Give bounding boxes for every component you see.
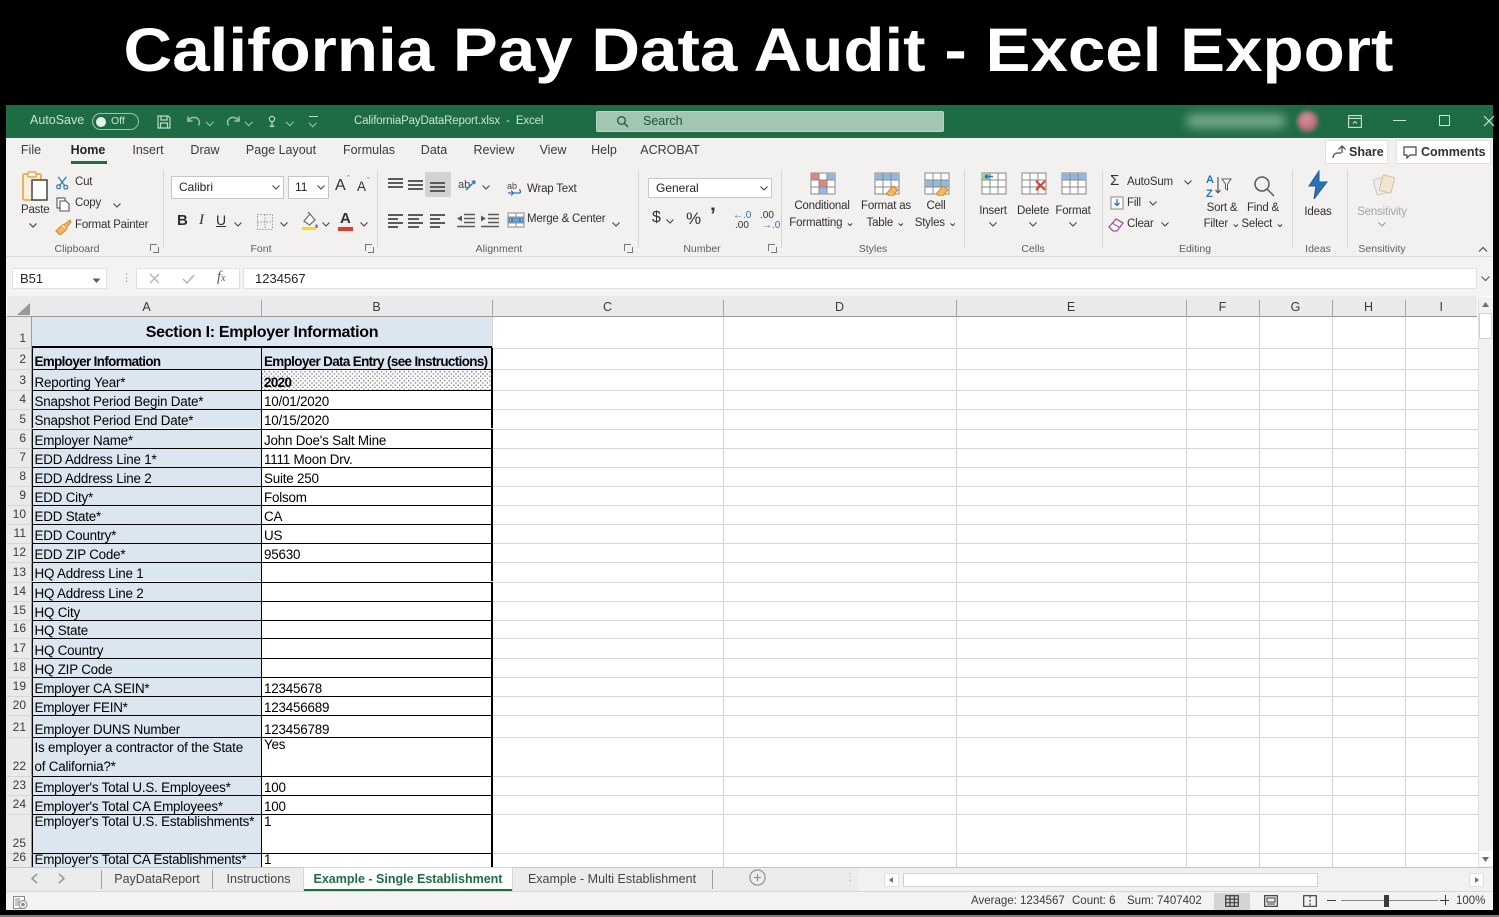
svg-text:A: A <box>1206 174 1214 186</box>
svg-text:Z: Z <box>1206 188 1213 199</box>
svg-text:ab: ab <box>507 181 517 191</box>
svg-text:ab: ab <box>458 179 470 191</box>
